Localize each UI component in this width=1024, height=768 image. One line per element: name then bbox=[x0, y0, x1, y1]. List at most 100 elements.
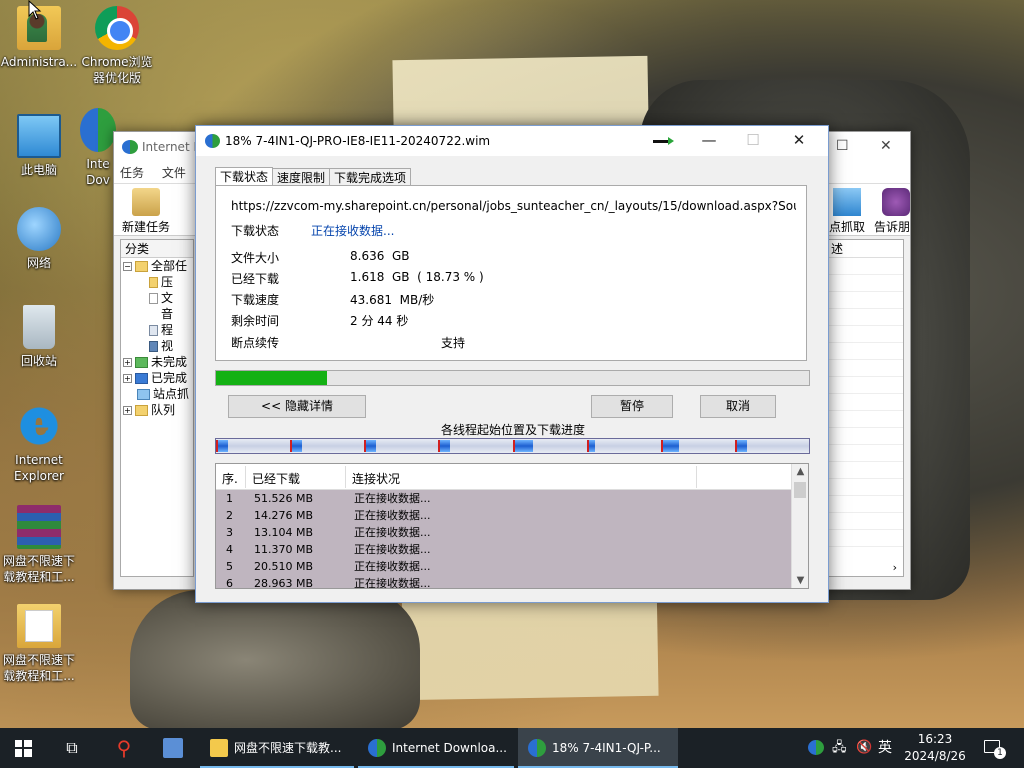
folder-icon bbox=[210, 739, 228, 757]
connection-row[interactable]: 5 20.510 MB 正在接收数据... bbox=[216, 558, 808, 575]
connections-table: 序. 已经下载 连接状况 1 51.526 MB 正在接收数据... 2 14.276 … bbox=[215, 463, 809, 589]
new-task-button[interactable]: 新建任务 bbox=[116, 188, 176, 235]
chrome-icon bbox=[95, 6, 139, 50]
download-list[interactable]: 述 › bbox=[826, 239, 904, 577]
time-left-label: 剩余时间 bbox=[231, 314, 280, 328]
search-button[interactable]: ⚲ bbox=[100, 728, 148, 768]
thread-segments-bar bbox=[215, 438, 810, 454]
maximize-button: ☐ bbox=[746, 131, 760, 149]
desktop-icon-this-pc[interactable]: 此电脑 bbox=[0, 108, 78, 178]
column-downloaded[interactable]: 已经下载 bbox=[252, 470, 300, 487]
desktop-icon-label: 网盘不限速下载教程和工... bbox=[2, 554, 75, 584]
thread-start-marker bbox=[513, 440, 515, 452]
task-view-button[interactable]: ⧉ bbox=[48, 728, 96, 768]
tree-item-compressed[interactable]: 压 bbox=[121, 274, 193, 290]
download-progress-dialog[interactable]: 18% 7-4IN1-QJ-PRO-IE8-IE11-20240722.wim … bbox=[195, 125, 829, 603]
tray-volume[interactable]: 🔇 bbox=[856, 728, 872, 768]
scroll-down-icon[interactable]: ▼ bbox=[792, 575, 808, 586]
dialog-titlebar[interactable]: 18% 7-4IN1-QJ-PRO-IE8-IE11-20240722.wim … bbox=[196, 126, 828, 156]
status-value: 正在接收数据... bbox=[311, 224, 395, 238]
idm-icon bbox=[528, 739, 546, 757]
desktop-icon-network[interactable]: 网络 bbox=[0, 207, 78, 271]
tree-item-unfinished[interactable]: + 未完成 bbox=[121, 354, 193, 370]
speed-value: 43.681 MB/秒 bbox=[350, 293, 435, 307]
clock[interactable]: 16:23 2024/8/26 bbox=[900, 731, 970, 765]
tree-item-queues[interactable]: + 队列 bbox=[121, 402, 193, 418]
connection-row[interactable]: 1 51.526 MB 正在接收数据... bbox=[216, 490, 808, 507]
tree-item-documents[interactable]: 文 bbox=[121, 290, 193, 306]
close-icon[interactable]: ✕ bbox=[880, 138, 892, 154]
vertical-scrollbar[interactable]: ▲ ▼ bbox=[791, 464, 808, 588]
connection-row[interactable]: 4 11.370 MB 正在接收数据... bbox=[216, 541, 808, 558]
connection-downloaded: 51.526 MB bbox=[254, 492, 314, 505]
cancel-button[interactable]: 取消 bbox=[700, 395, 776, 418]
unfinished-icon bbox=[135, 357, 148, 368]
desktop-icon-recycle-bin[interactable]: 回收站 bbox=[0, 305, 78, 369]
scroll-up-icon[interactable]: ▲ bbox=[792, 466, 808, 477]
thread-start-marker bbox=[216, 440, 218, 452]
desktop-icon-label: Inte Dov bbox=[86, 157, 110, 187]
tree-item-video[interactable]: 视 bbox=[121, 338, 193, 354]
thread-segment-5 bbox=[513, 440, 533, 452]
connection-row[interactable]: 6 28.963 MB 正在接收数据... bbox=[216, 575, 808, 589]
column-number[interactable]: 序. bbox=[222, 470, 238, 487]
pause-button[interactable]: 暂停 bbox=[591, 395, 673, 418]
scroll-thumb[interactable] bbox=[794, 482, 806, 498]
connection-status: 正在接收数据... bbox=[354, 560, 431, 573]
desktop-icon-idm[interactable]: Inte Dov bbox=[78, 108, 118, 188]
taskbar-item-download-dialog[interactable]: 18% 7-4IN1-QJ-P... bbox=[518, 728, 678, 768]
taskbar-item-idm[interactable]: Internet Downloa... bbox=[358, 728, 514, 768]
tree-item-site-grab[interactable]: 站点抓 bbox=[121, 386, 193, 402]
computer-icon bbox=[17, 114, 61, 158]
connection-status: 正在接收数据... bbox=[354, 577, 431, 589]
desktop-icon-tutorial-folder[interactable]: 网盘不限速下载教程和工... bbox=[0, 604, 78, 684]
task-view-icon: ⧉ bbox=[66, 738, 78, 757]
clock-date: 2024/8/26 bbox=[904, 749, 966, 763]
taskbar-item-label: 网盘不限速下载教... bbox=[234, 741, 342, 755]
tray-network[interactable]: 🖧 bbox=[832, 728, 848, 768]
menu-file[interactable]: 文件 bbox=[162, 162, 186, 184]
taskbar-item-folder[interactable]: 网盘不限速下载教... bbox=[200, 728, 354, 768]
hide-details-button[interactable]: << 隐藏详情 bbox=[228, 395, 366, 418]
category-tree: 分类 − 全部任 压 文 音 程 视 + 未完成 + 已完成 站点抓 + 队列 bbox=[120, 239, 194, 577]
tell-friend-button[interactable]: 告诉朋 bbox=[874, 188, 912, 235]
tree-item-programs[interactable]: 程 bbox=[121, 322, 193, 338]
site-grab-button[interactable]: 点抓取 bbox=[822, 188, 872, 235]
program-icon bbox=[149, 325, 158, 336]
tree-item-finished[interactable]: + 已完成 bbox=[121, 370, 193, 386]
folder-icon bbox=[135, 261, 148, 272]
video-icon bbox=[149, 341, 158, 352]
scroll-right-icon[interactable]: › bbox=[893, 561, 897, 574]
tray-idm[interactable] bbox=[806, 728, 826, 768]
tell-friend-label: 告诉朋 bbox=[874, 220, 911, 234]
list-column-description[interactable]: 述 bbox=[827, 240, 903, 258]
column-connection-status[interactable]: 连接状况 bbox=[352, 470, 400, 487]
ime-indicator[interactable]: 英 bbox=[878, 728, 896, 768]
minimize-button[interactable]: — bbox=[686, 126, 732, 156]
connection-row[interactable]: 3 13.104 MB 正在接收数据... bbox=[216, 524, 808, 541]
connection-n: 1 bbox=[226, 492, 233, 505]
contacts-button[interactable] bbox=[150, 728, 196, 768]
action-center-button[interactable]: 1 bbox=[982, 728, 1006, 768]
maximize-icon[interactable]: ☐ bbox=[836, 138, 849, 154]
music-icon bbox=[149, 309, 158, 320]
desktop-icon-internet-explorer[interactable]: Internet Explorer bbox=[0, 400, 78, 484]
idm-icon bbox=[368, 739, 386, 757]
desktop-icon-winrar-archive[interactable]: 网盘不限速下载教程和工... bbox=[0, 505, 78, 585]
thread-start-marker bbox=[290, 440, 292, 452]
thread-segment-4 bbox=[438, 440, 450, 452]
notification-count: 1 bbox=[994, 747, 1006, 759]
dialog-title: 18% 7-4IN1-QJ-PRO-IE8-IE11-20240722.wim bbox=[225, 134, 491, 148]
desktop-icon-label: Administra... bbox=[0, 55, 78, 69]
start-button[interactable] bbox=[0, 728, 48, 768]
connection-row[interactable]: 2 14.276 MB 正在接收数据... bbox=[216, 507, 808, 524]
taskbar-item-label: 18% 7-4IN1-QJ-P... bbox=[552, 741, 661, 755]
desktop-icon-chrome[interactable]: Chrome浏览器优化版 bbox=[78, 6, 156, 86]
close-button[interactable]: ✕ bbox=[776, 126, 822, 156]
tree-item-music[interactable]: 音 bbox=[121, 306, 193, 322]
clock-time: 16:23 bbox=[917, 732, 953, 746]
tree-item-all[interactable]: − 全部任 bbox=[121, 258, 193, 274]
folder-document-icon bbox=[17, 604, 61, 648]
recycle-bin-icon bbox=[23, 305, 55, 349]
menu-tasks[interactable]: 任务 bbox=[120, 162, 144, 184]
